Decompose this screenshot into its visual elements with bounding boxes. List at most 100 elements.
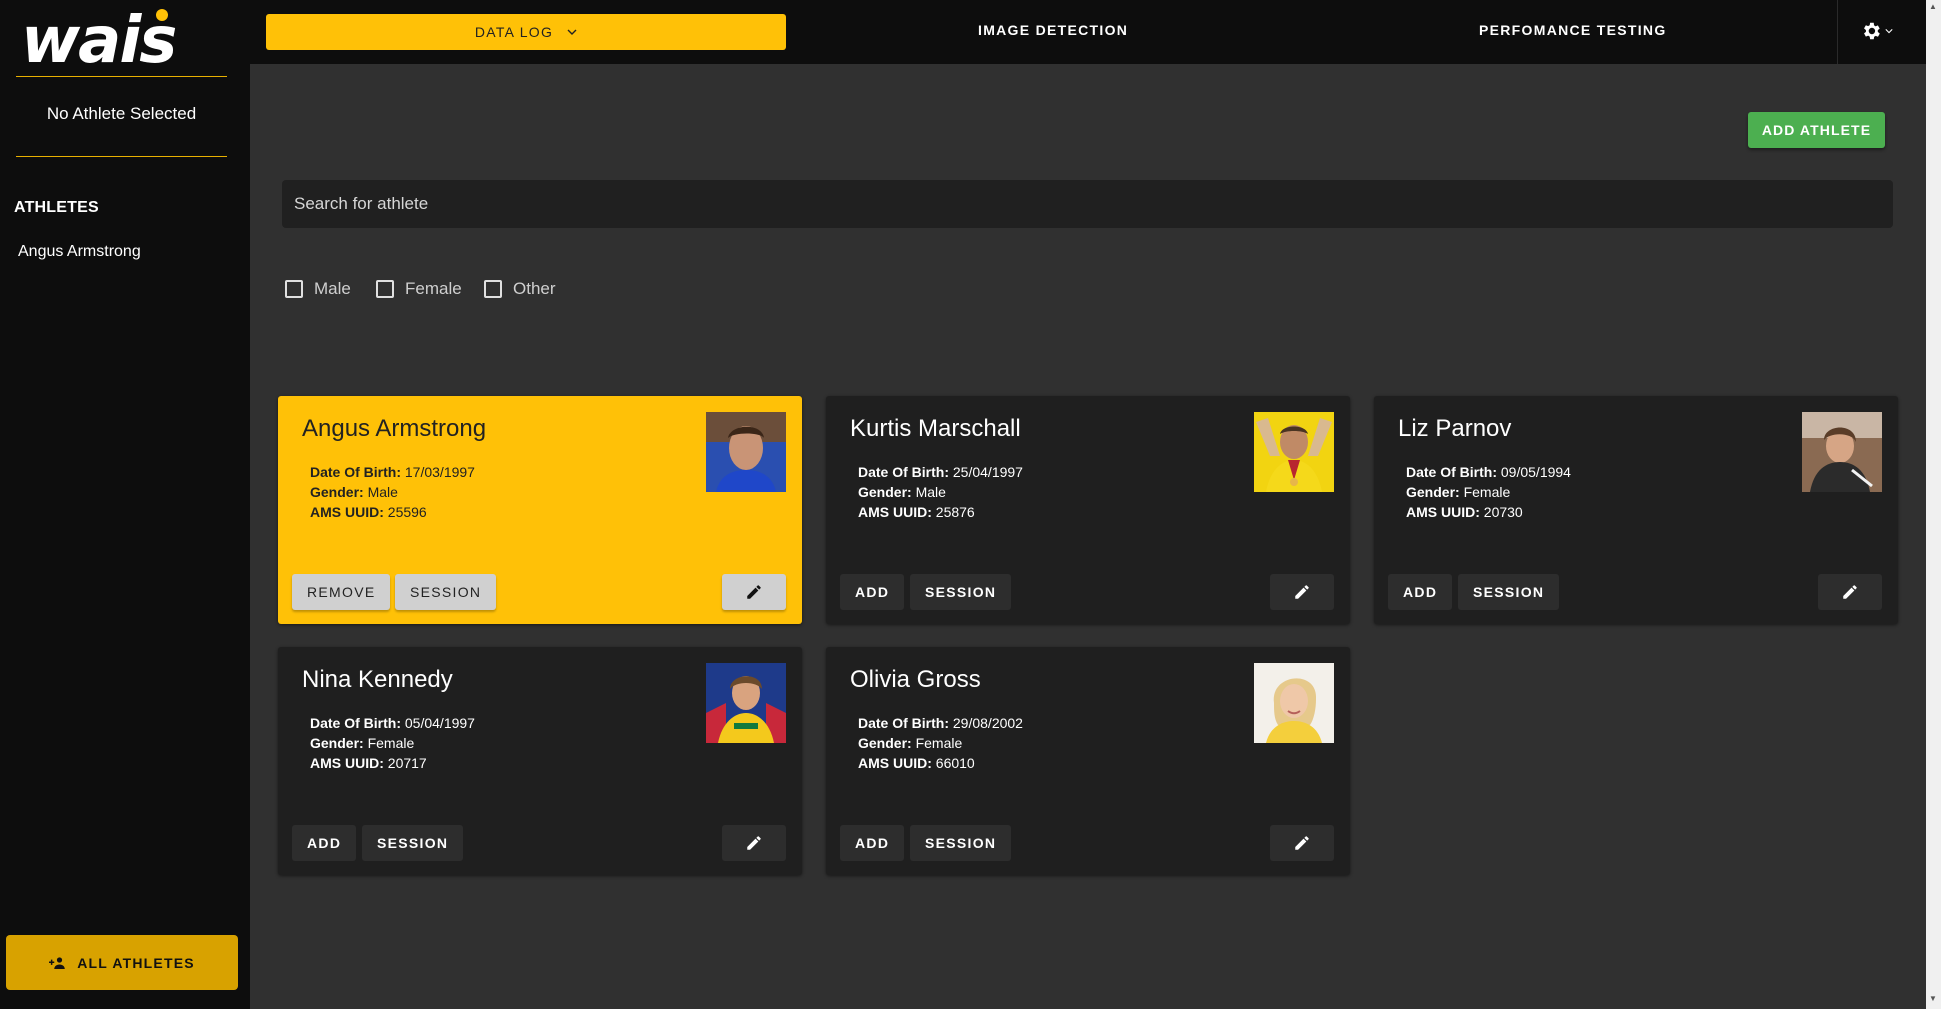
all-athletes-button[interactable]: ALL ATHLETES	[6, 935, 238, 990]
wais-logo: wais	[21, 6, 177, 68]
edit-athlete-button[interactable]	[722, 574, 786, 610]
add-button[interactable]: ADD	[1388, 574, 1453, 610]
ams-value: 25596	[387, 504, 427, 520]
gender-label: Gender:	[1406, 484, 1460, 500]
selected-athlete-status: No Athlete Selected	[46, 104, 197, 123]
add-button[interactable]: ADD	[840, 574, 905, 610]
pencil-icon	[747, 585, 761, 599]
gender-label: Gender:	[858, 484, 912, 500]
scroll-up-arrow-icon[interactable]: ▲	[1929, 2, 1937, 11]
page-scrollbar[interactable]: ▲ ▼	[1926, 0, 1941, 1009]
female-checkbox[interactable]	[376, 280, 394, 298]
dob-value: 29/08/2002	[952, 715, 1023, 731]
ams-label: AMS UUID:	[1406, 504, 1480, 520]
svg-text:wais: wais	[21, 6, 175, 68]
pencil-icon	[1295, 585, 1309, 599]
athlete-details: Date Of Birth: 29/08/2002 Gender: Female…	[858, 713, 1023, 773]
gear-icon	[1864, 22, 1880, 40]
group-add-icon	[49, 956, 65, 969]
session-button[interactable]: SESSION	[910, 825, 1012, 861]
gender-value: Male	[915, 484, 946, 500]
filter-other[interactable]: Other	[484, 279, 556, 299]
scroll-down-arrow-icon[interactable]: ▼	[1929, 994, 1937, 1003]
pencil-icon	[747, 836, 761, 850]
edit-athlete-button[interactable]	[722, 825, 786, 861]
dob-label: Date Of Birth:	[1406, 464, 1497, 480]
ams-label: AMS UUID:	[310, 755, 384, 771]
ams-value: 20730	[1483, 504, 1523, 520]
ams-label: AMS UUID:	[310, 504, 384, 520]
filter-male-label: Male	[314, 279, 351, 298]
athlete-details: Date Of Birth: 05/04/1997 Gender: Female…	[310, 713, 475, 773]
athlete-name: Nina Kennedy	[302, 666, 453, 693]
ams-value: 20717	[387, 755, 427, 771]
dob-value: 05/04/1997	[404, 715, 475, 731]
app-root: wais No Athlete Selected ATHLETES Angus …	[0, 0, 1941, 1009]
session-button[interactable]: SESSION	[910, 574, 1012, 610]
athlete-search-input[interactable]	[282, 180, 1893, 228]
dob-value: 17/03/1997	[404, 464, 475, 480]
sidebar-divider-bottom	[16, 156, 227, 157]
athlete-card-liz-parnov[interactable]: Liz Parnov Date Of Birth: 09/05/1994 Gen…	[1374, 396, 1898, 624]
athlete-name: Liz Parnov	[1398, 415, 1512, 442]
other-checkbox[interactable]	[484, 280, 502, 298]
session-button[interactable]: SESSION	[395, 574, 497, 610]
edit-athlete-button[interactable]	[1270, 574, 1334, 610]
athlete-details: Date Of Birth: 17/03/1997 Gender: Male A…	[310, 462, 475, 522]
athlete-photo	[1254, 663, 1334, 743]
all-athletes-label: ALL ATHLETES	[77, 954, 195, 971]
filter-other-label: Other	[513, 279, 556, 298]
chevron-down-icon	[1885, 29, 1893, 34]
athlete-photo	[1802, 412, 1882, 492]
athlete-card-olivia-gross[interactable]: Olivia Gross Date Of Birth: 29/08/2002 G…	[826, 647, 1350, 875]
add-button[interactable]: ADD	[292, 825, 357, 861]
nav-data-log[interactable]: DATA LOG	[266, 14, 786, 50]
athlete-name: Olivia Gross	[850, 666, 981, 693]
filter-male[interactable]: Male	[285, 279, 351, 299]
gender-value: Female	[1463, 484, 1511, 500]
gender-value: Male	[367, 484, 398, 500]
ams-value: 66010	[935, 755, 975, 771]
dob-value: 09/05/1994	[1500, 464, 1571, 480]
dob-label: Date Of Birth:	[310, 464, 401, 480]
filter-female-label: Female	[405, 279, 462, 298]
settings-menu-button[interactable]	[1860, 20, 1893, 42]
athlete-name: Angus Armstrong	[302, 415, 487, 442]
sidebar: wais No Athlete Selected ATHLETES Angus …	[0, 0, 250, 1009]
nav-performance-testing[interactable]: PERFOMANCE TESTING	[1479, 22, 1667, 38]
gender-value: Female	[367, 735, 415, 751]
athlete-details: Date Of Birth: 09/05/1994 Gender: Female…	[1406, 462, 1571, 522]
dob-label: Date Of Birth:	[858, 715, 949, 731]
pencil-icon	[1843, 585, 1857, 599]
athlete-card-angus-armstrong[interactable]: Angus Armstrong Date Of Birth: 17/03/199…	[278, 396, 802, 624]
gender-label: Gender:	[310, 735, 364, 751]
gender-value: Female	[915, 735, 963, 751]
gender-label: Gender:	[310, 484, 364, 500]
athlete-name: Kurtis Marschall	[850, 415, 1021, 442]
nav-data-log-label: DATA LOG	[474, 24, 554, 40]
sidebar-athlete-angus-armstrong[interactable]: Angus Armstrong	[18, 243, 141, 261]
dob-label: Date Of Birth:	[310, 715, 401, 731]
add-button[interactable]: ADD	[840, 825, 905, 861]
athlete-card-kurtis-marschall[interactable]: Kurtis Marschall Date Of Birth: 25/04/19…	[826, 396, 1350, 624]
nav-image-detection[interactable]: IMAGE DETECTION	[978, 22, 1128, 38]
ams-label: AMS UUID:	[858, 504, 932, 520]
add-athlete-button[interactable]: ADD ATHLETE	[1748, 112, 1885, 148]
athletes-heading: ATHLETES	[14, 199, 99, 216]
session-button[interactable]: SESSION	[362, 825, 464, 861]
male-checkbox[interactable]	[285, 280, 303, 298]
edit-athlete-button[interactable]	[1270, 825, 1334, 861]
dob-value: 25/04/1997	[952, 464, 1023, 480]
athlete-card-nina-kennedy[interactable]: Nina Kennedy Date Of Birth: 05/04/1997 G…	[278, 647, 802, 875]
remove-button[interactable]: REMOVE	[292, 574, 391, 610]
athlete-details: Date Of Birth: 25/04/1997 Gender: Male A…	[858, 462, 1023, 522]
gender-label: Gender:	[858, 735, 912, 751]
top-nav-bar: DATA LOG IMAGE DETECTION PERFOMANCE TEST…	[250, 0, 1926, 64]
athlete-photo	[706, 663, 786, 743]
edit-athlete-button[interactable]	[1818, 574, 1882, 610]
filter-female[interactable]: Female	[376, 279, 462, 299]
nav-separator	[1837, 0, 1838, 64]
session-button[interactable]: SESSION	[1458, 574, 1560, 610]
ams-value: 25876	[935, 504, 975, 520]
ams-label: AMS UUID:	[858, 755, 932, 771]
